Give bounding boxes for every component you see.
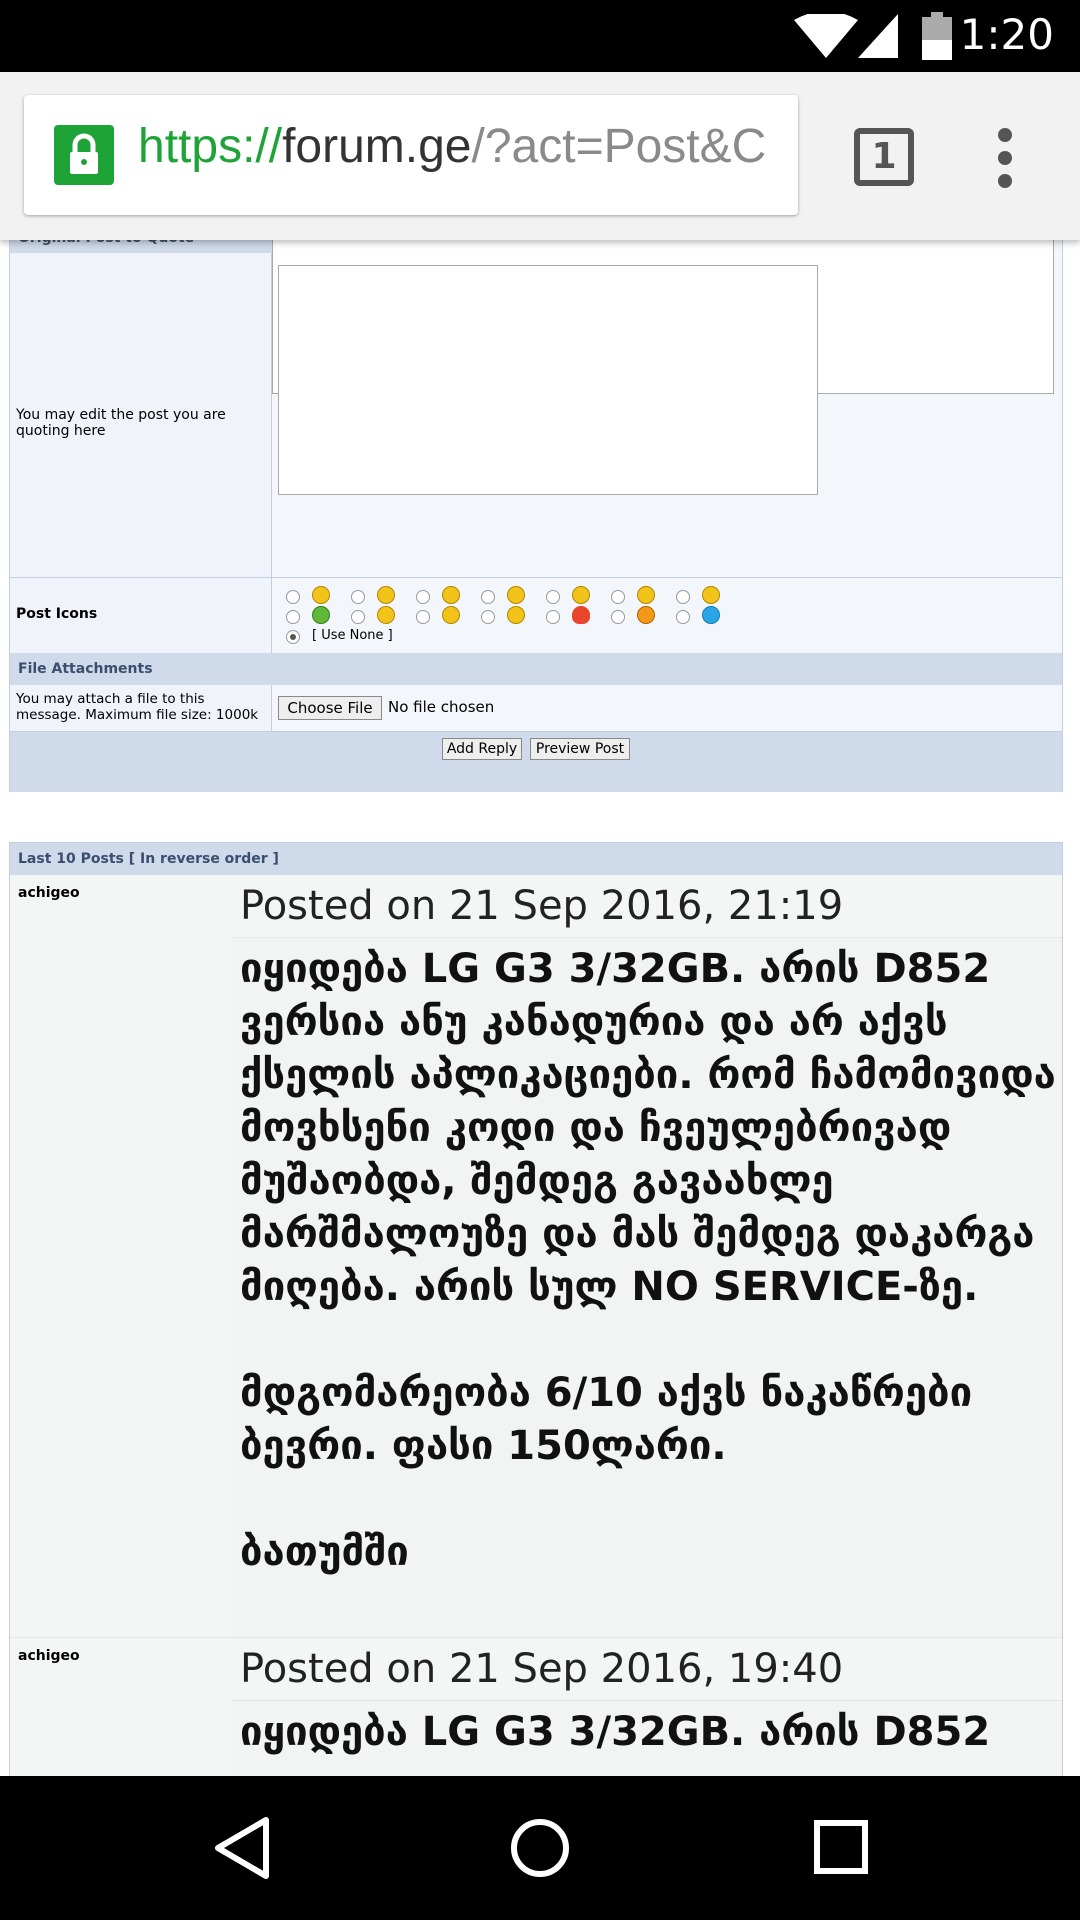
- url-bar[interactable]: https://forum.ge/?act=Post&C: [24, 95, 798, 215]
- exclamation-icon: [637, 606, 655, 624]
- quote-cell: [272, 240, 1062, 577]
- post-icon-radio[interactable]: [481, 610, 495, 624]
- recents-icon[interactable]: [814, 1820, 868, 1874]
- edit-quote-label-cell: You may edit the post you are quoting he…: [10, 253, 272, 577]
- clock: 1:20: [959, 10, 1054, 59]
- angry-icon: [702, 586, 720, 604]
- attach-label-cell: You may attach a file to this message. M…: [10, 685, 272, 731]
- question-icon: [702, 606, 720, 624]
- battery-icon: [922, 12, 952, 60]
- edit-quote-label: You may edit the post you are quoting he…: [16, 407, 226, 439]
- home-icon[interactable]: [510, 1818, 570, 1878]
- back-icon[interactable]: [212, 1816, 272, 1880]
- browser-toolbar: https://forum.ge/?act=Post&C 1: [0, 72, 1080, 240]
- post-icons-picker: [ Use None ]: [272, 578, 1062, 654]
- post-icon-radio[interactable]: [416, 590, 430, 604]
- use-none-radio[interactable]: [286, 630, 300, 644]
- lock-icon: [54, 125, 114, 185]
- system-nav-bar: [0, 1776, 1080, 1920]
- tab-switcher-button[interactable]: 1: [854, 128, 914, 186]
- post-icon-radio[interactable]: [416, 610, 430, 624]
- post-body: იყიდება LG G3 3/32GB. არის D852 ვერსია ა…: [240, 946, 1056, 1575]
- post-icons-label: Post Icons: [16, 606, 98, 622]
- cool-icon: [442, 606, 460, 624]
- smile-icon: [312, 586, 330, 604]
- reply-form: Original Post to Quote You may edit the …: [9, 240, 1063, 792]
- use-none-label: [ Use None ]: [312, 628, 393, 643]
- post-row: achigeo Posted on 21 Sep 2016, 19:40 იყი…: [10, 1637, 1062, 1776]
- post-icons-label-cell: Post Icons: [10, 578, 272, 654]
- post-icon-radio[interactable]: [676, 590, 690, 604]
- file-attachments-header: File Attachments: [10, 653, 1062, 685]
- last-posts-header: Last 10 Posts [ In reverse order ]: [10, 843, 1062, 875]
- post-icon-radio[interactable]: [351, 590, 365, 604]
- post-icon-radio[interactable]: [611, 610, 625, 624]
- post-icon-radio[interactable]: [546, 590, 560, 604]
- add-reply-button[interactable]: Add Reply: [442, 738, 522, 760]
- post-icon-radio[interactable]: [351, 610, 365, 624]
- laugh-icon: [637, 586, 655, 604]
- wink-icon: [442, 586, 460, 604]
- file-input-cell: Choose File No file chosen: [272, 685, 1062, 731]
- page-content: Original Post to Quote You may edit the …: [0, 240, 1080, 1776]
- neutral-icon: [507, 586, 525, 604]
- post-date: Posted on 21 Sep 2016, 19:40: [232, 1638, 1062, 1700]
- no-file-label: No file chosen: [388, 698, 495, 716]
- preview-post-button[interactable]: Preview Post: [530, 738, 630, 760]
- url-text: https://forum.ge/?act=Post&C: [138, 120, 767, 173]
- heart-icon: [572, 606, 590, 624]
- confused-icon: [377, 606, 395, 624]
- grin-icon: [377, 586, 395, 604]
- post-icon-radio[interactable]: [286, 610, 300, 624]
- quote-edit-textarea[interactable]: [278, 265, 818, 495]
- sick-icon: [312, 606, 330, 624]
- post-icon-radio[interactable]: [481, 590, 495, 604]
- post-body: იყიდება LG G3 3/32GB. არის D852: [240, 1709, 991, 1755]
- original-post-header: Original Post to Quote: [10, 240, 272, 253]
- post-date: Posted on 21 Sep 2016, 21:19: [232, 875, 1062, 937]
- arrow-icon: [507, 606, 525, 624]
- status-bar: 1:20: [0, 0, 1080, 72]
- post-icon-radio[interactable]: [286, 590, 300, 604]
- last-posts-table: Last 10 Posts [ In reverse order ] achig…: [9, 842, 1063, 1776]
- attach-label: You may attach a file to this message. M…: [16, 691, 259, 723]
- post-row: achigeo Posted on 21 Sep 2016, 21:19 იყი…: [10, 875, 1062, 1638]
- cell-signal-icon: [858, 14, 898, 58]
- overflow-menu-icon[interactable]: [998, 128, 1012, 188]
- post-author: achigeo: [18, 885, 80, 901]
- surprised-icon: [572, 586, 590, 604]
- choose-file-button[interactable]: Choose File: [278, 696, 382, 720]
- post-icon-radio[interactable]: [546, 610, 560, 624]
- post-icon-radio[interactable]: [611, 590, 625, 604]
- post-author: achigeo: [18, 1648, 80, 1664]
- wifi-icon: [794, 14, 858, 58]
- post-icon-radio[interactable]: [676, 610, 690, 624]
